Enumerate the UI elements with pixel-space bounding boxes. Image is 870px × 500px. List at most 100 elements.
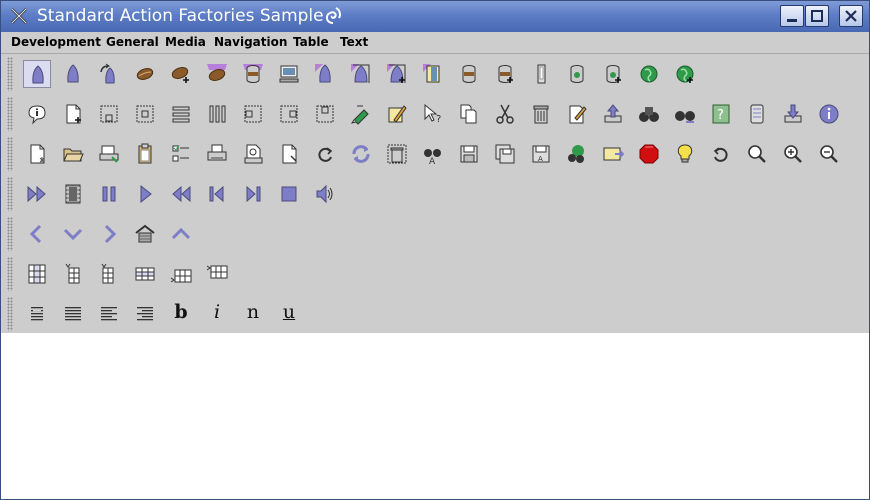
jsp-add-button[interactable]: [599, 60, 627, 88]
undo-button[interactable]: [707, 140, 735, 168]
toolbar-grip[interactable]: [7, 137, 13, 171]
toolbar-grip[interactable]: [7, 57, 13, 91]
save-button[interactable]: [455, 140, 483, 168]
replace-button[interactable]: A: [419, 140, 447, 168]
search-button[interactable]: [563, 140, 591, 168]
information-button[interactable]: [815, 100, 843, 128]
cut-button[interactable]: [491, 100, 519, 128]
find-again-button[interactable]: [671, 100, 699, 128]
save-all-button[interactable]: [491, 140, 519, 168]
bookmarks-button[interactable]: [347, 100, 375, 128]
web-component-add-button[interactable]: [671, 60, 699, 88]
up-button[interactable]: [167, 220, 195, 248]
zoom-button[interactable]: [743, 140, 771, 168]
j2ee-server-button[interactable]: [383, 60, 411, 88]
rewind-button[interactable]: [167, 180, 195, 208]
stop-media-button[interactable]: [275, 180, 303, 208]
find-button[interactable]: [635, 100, 663, 128]
jsp-resource-button[interactable]: [563, 60, 591, 88]
save-as-button[interactable]: A: [527, 140, 555, 168]
forward-button[interactable]: [95, 220, 123, 248]
toolbar-grip[interactable]: [7, 97, 13, 131]
redo-button[interactable]: [311, 140, 339, 168]
open-button[interactable]: [59, 140, 87, 168]
new-button[interactable]: [59, 100, 87, 128]
underline-button[interactable]: u: [275, 300, 303, 328]
fast-forward-button[interactable]: [23, 180, 51, 208]
zoom-out-button[interactable]: [815, 140, 843, 168]
page-setup-button[interactable]: [95, 140, 123, 168]
refresh-button[interactable]: [347, 140, 375, 168]
step-back-button[interactable]: [203, 180, 231, 208]
copy-button[interactable]: [455, 100, 483, 128]
print-button[interactable]: [203, 140, 231, 168]
context-help-button[interactable]: ?: [419, 100, 447, 128]
j2ee-client-button[interactable]: [347, 60, 375, 88]
toolbar-grip[interactable]: [7, 257, 13, 291]
align-top-button[interactable]: [311, 100, 339, 128]
title-bar[interactable]: Standard Action Factories Sample: [1, 1, 869, 32]
paste-button[interactable]: [131, 140, 159, 168]
toolbar-grip[interactable]: [7, 217, 13, 251]
align-justify-vertical-button[interactable]: [203, 100, 231, 128]
remove-button[interactable]: [383, 140, 411, 168]
applet-button[interactable]: [23, 60, 51, 88]
send-mail-button[interactable]: [599, 140, 627, 168]
jdbc-data-source-button[interactable]: [455, 60, 483, 88]
application-button[interactable]: [59, 60, 87, 88]
properties-button[interactable]: [275, 140, 303, 168]
menu-text[interactable]: Text: [340, 35, 368, 49]
align-center-button[interactable]: [131, 100, 159, 128]
redeploy-button[interactable]: [95, 60, 123, 88]
align-left-text-button[interactable]: [95, 300, 123, 328]
back-button[interactable]: [23, 220, 51, 248]
align-justify-text-button[interactable]: [59, 300, 87, 328]
column-delete-button[interactable]: [23, 260, 51, 288]
column-insert-before-button[interactable]: [95, 260, 123, 288]
stop-button[interactable]: [635, 140, 663, 168]
bold-button[interactable]: b: [167, 300, 195, 328]
movie-button[interactable]: [59, 180, 87, 208]
menu-development[interactable]: Development: [11, 35, 101, 49]
align-left-button[interactable]: [239, 100, 267, 128]
menu-navigation[interactable]: Navigation: [214, 35, 287, 49]
align-bottom-button[interactable]: [95, 100, 123, 128]
j2ee-application-button[interactable]: [311, 60, 339, 88]
pause-button[interactable]: [95, 180, 123, 208]
down-button[interactable]: [59, 220, 87, 248]
step-forward-button[interactable]: [239, 180, 267, 208]
export-button[interactable]: [599, 100, 627, 128]
delete-button[interactable]: [527, 100, 555, 128]
toolbar-grip[interactable]: [7, 297, 13, 331]
volume-button[interactable]: [311, 180, 339, 208]
align-right-button[interactable]: [275, 100, 303, 128]
close-button[interactable]: [839, 5, 863, 27]
maximize-button[interactable]: [805, 5, 829, 27]
menu-media[interactable]: Media: [165, 35, 206, 49]
menu-table[interactable]: Table: [293, 35, 329, 49]
italic-button[interactable]: i: [203, 300, 231, 328]
row-delete-button[interactable]: [131, 260, 159, 288]
edit-button[interactable]: [383, 100, 411, 128]
enterprise-data-button[interactable]: [239, 60, 267, 88]
align-right-text-button[interactable]: [131, 300, 159, 328]
import-button[interactable]: [779, 100, 807, 128]
zoom-in-button[interactable]: [779, 140, 807, 168]
help-button[interactable]: ?: [707, 100, 735, 128]
enterprise-bean-button[interactable]: [203, 60, 231, 88]
new-document-button[interactable]: [23, 140, 51, 168]
column-insert-after-button[interactable]: [59, 260, 87, 288]
menu-general[interactable]: General: [106, 35, 159, 49]
preferences-button[interactable]: [167, 140, 195, 168]
history-button[interactable]: [743, 100, 771, 128]
host-button[interactable]: [275, 60, 303, 88]
add-bean-button[interactable]: [167, 60, 195, 88]
toolbar-grip[interactable]: [7, 177, 13, 211]
jms-resource-button[interactable]: [491, 60, 519, 88]
align-center-text-button[interactable]: [23, 300, 51, 328]
web-component-button[interactable]: [635, 60, 663, 88]
tip-button[interactable]: [671, 140, 699, 168]
print-preview-button[interactable]: [239, 140, 267, 168]
align-justify-horizontal-button[interactable]: [167, 100, 195, 128]
minimize-button[interactable]: [780, 5, 804, 27]
